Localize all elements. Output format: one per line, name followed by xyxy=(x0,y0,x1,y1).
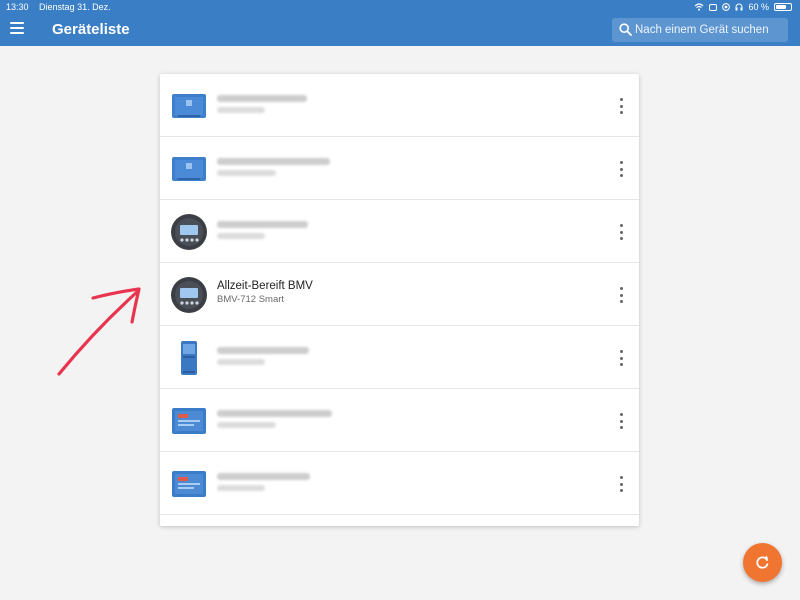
more-vert-icon[interactable] xyxy=(615,413,627,429)
refresh-icon xyxy=(756,555,769,569)
tall-blue-charger-device-icon xyxy=(170,339,208,377)
device-list: Allzeit-Bereift BMV BMV-712 Smart xyxy=(160,74,639,526)
battery-level xyxy=(776,5,786,9)
device-list-item[interactable] xyxy=(160,74,639,137)
more-vert-icon[interactable] xyxy=(615,476,627,492)
device-text xyxy=(217,153,330,176)
device-name: Allzeit-Bereift BMV xyxy=(217,280,313,292)
device-text xyxy=(217,90,307,113)
blue-charger-device-icon xyxy=(170,87,208,125)
more-vert-icon[interactable] xyxy=(615,161,627,177)
search-input[interactable]: Nach einem Gerät suchen xyxy=(612,18,788,42)
blurred-device-model xyxy=(217,233,265,239)
device-model: BMV-712 Smart xyxy=(217,294,285,305)
hamburger-menu-icon[interactable] xyxy=(10,22,24,34)
status-bar: 13:30 Dienstag 31. Dez. 60 % xyxy=(0,0,800,14)
status-time: 13:30 xyxy=(6,2,29,12)
search-icon xyxy=(619,23,632,36)
blurred-device-model xyxy=(217,359,265,365)
device-list-item[interactable]: Allzeit-Bereift BMV BMV-712 Smart xyxy=(160,263,639,326)
battery-monitor-device-icon xyxy=(170,213,208,251)
device-list-item[interactable] xyxy=(160,326,639,389)
headphones-icon xyxy=(735,3,743,11)
battery-monitor-device-icon xyxy=(170,276,208,314)
more-vert-icon[interactable] xyxy=(615,287,627,303)
device-text xyxy=(217,405,332,428)
blurred-device-name xyxy=(217,158,330,165)
annotation-arrow-icon xyxy=(57,287,141,376)
blue-charger-device-icon xyxy=(170,150,208,188)
battery-percent: 60 % xyxy=(748,2,769,12)
blurred-device-name xyxy=(217,95,307,102)
blurred-device-name xyxy=(217,473,310,480)
device-list-item[interactable] xyxy=(160,389,639,452)
blurred-device-model xyxy=(217,485,265,491)
device-text xyxy=(217,342,309,365)
more-vert-icon[interactable] xyxy=(615,224,627,240)
status-bar-right: 60 % xyxy=(694,0,792,14)
device-list-item[interactable] xyxy=(160,137,639,200)
refresh-button[interactable] xyxy=(743,543,782,582)
blurred-device-name xyxy=(217,347,309,354)
page-title: Geräteliste xyxy=(52,21,130,38)
blurred-device-model xyxy=(217,170,276,176)
wifi-icon xyxy=(695,3,704,11)
app-bar: Geräteliste Nach einem Gerät suchen xyxy=(0,14,800,46)
more-vert-icon[interactable] xyxy=(615,350,627,366)
lock-rotation-icon xyxy=(709,3,718,11)
device-list-item[interactable] xyxy=(160,452,639,515)
blurred-device-name xyxy=(217,410,332,417)
battery-icon xyxy=(774,3,792,11)
device-text xyxy=(217,468,310,491)
more-vert-icon[interactable] xyxy=(615,98,627,114)
status-bar-left: 13:30 Dienstag 31. Dez. xyxy=(6,0,119,14)
solar-charge-controller-device-icon xyxy=(170,465,208,503)
blurred-device-name xyxy=(217,221,308,228)
blurred-device-model xyxy=(217,107,265,113)
device-list-item[interactable] xyxy=(160,200,639,263)
device-text xyxy=(217,216,308,239)
device-text: Allzeit-Bereift BMV BMV-712 Smart xyxy=(217,279,313,306)
do-not-disturb-icon xyxy=(722,3,731,11)
search-placeholder: Nach einem Gerät suchen xyxy=(635,24,769,36)
status-date: Dienstag 31. Dez. xyxy=(39,2,111,12)
blurred-device-model xyxy=(217,422,276,428)
solar-charge-controller-device-icon xyxy=(170,402,208,440)
